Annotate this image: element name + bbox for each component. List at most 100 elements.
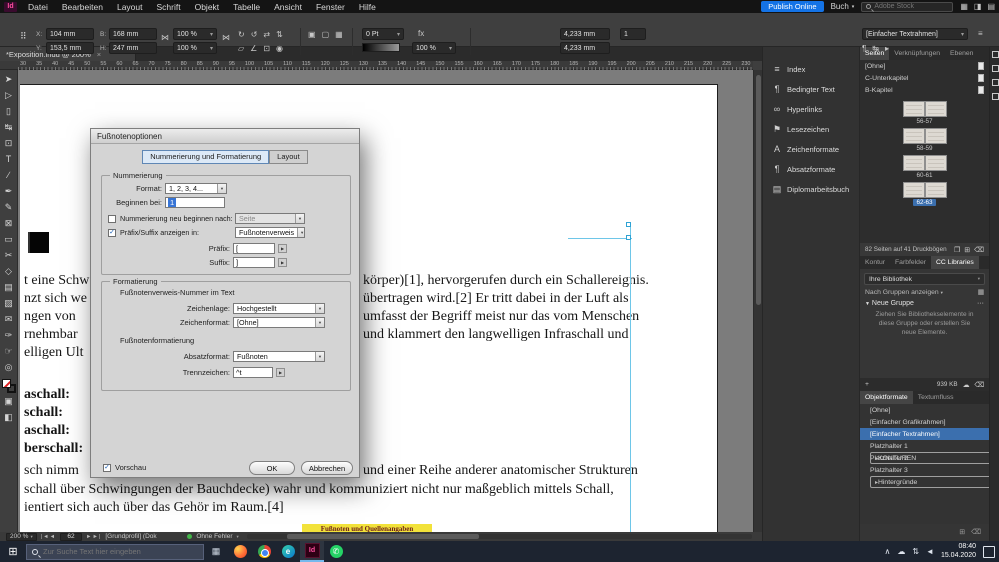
collapsed-panel-icon[interactable] <box>992 79 999 86</box>
fill-swatch[interactable] <box>2 379 11 388</box>
corner-radius-field[interactable]: 4,233 mm <box>560 28 610 40</box>
preflight-profile[interactable]: [Grundprofil] (Dok <box>105 533 183 540</box>
menu-item[interactable]: Layout <box>110 2 150 12</box>
gradient-tool[interactable]: ▤ <box>1 279 17 295</box>
network-icon[interactable]: ⇅ <box>912 547 919 556</box>
whatsapp-icon[interactable]: ✆ <box>324 541 348 562</box>
menu-item[interactable]: Fenster <box>309 2 352 12</box>
character-style-dropdown[interactable]: [Ohne]▼ <box>233 317 325 328</box>
taskbar-search-input[interactable] <box>43 547 193 556</box>
screen-mode-icon[interactable]: ◨ <box>974 2 982 11</box>
screen-mode-button[interactable]: ◧ <box>1 409 17 425</box>
object-style-row[interactable]: Hintergründe <box>870 476 999 488</box>
direct-selection-tool[interactable]: ▷ <box>1 87 17 103</box>
vertical-scrollbar[interactable] <box>753 70 762 532</box>
chevron-down-icon[interactable]: ▾ <box>237 534 239 540</box>
panel-menu-icon[interactable]: ≡ <box>978 29 983 39</box>
object-style-dropdown[interactable]: [Einfacher Textrahmen]▾ <box>862 28 968 40</box>
workspace-switcher-icon[interactable]: ▤ <box>987 2 995 11</box>
ok-button[interactable]: OK <box>249 461 295 475</box>
gap-tool[interactable]: ↹ <box>1 119 17 135</box>
rotate-90-ccw-icon[interactable]: ↺ <box>251 30 258 39</box>
adobe-stock-search[interactable] <box>861 2 953 12</box>
menu-item[interactable]: Tabelle <box>226 2 267 12</box>
arrange-documents-icon[interactable]: ▦ <box>960 2 968 11</box>
page-spread[interactable]: 58-59 <box>903 128 947 152</box>
select-content-icon[interactable]: ◉ <box>276 44 283 53</box>
paragraph-icon[interactable]: ¶ <box>862 44 866 53</box>
cancel-button[interactable]: Abbrechen <box>301 461 353 475</box>
collapsed-panel-icon[interactable] <box>992 51 999 58</box>
menu-item[interactable]: Ansicht <box>267 2 309 12</box>
constrain-scale-icon[interactable]: ⋈ <box>222 33 230 43</box>
page-spread[interactable]: 60-61 <box>903 155 947 179</box>
flip-vertical-icon[interactable]: ⇅ <box>276 30 283 39</box>
edge-icon[interactable]: e <box>276 541 300 562</box>
object-style-row[interactable]: [Ohne] <box>860 404 989 416</box>
view-by-group-dropdown[interactable]: Nach Gruppen anzeigen ▾ <box>865 289 943 296</box>
scissors-tool[interactable]: ✂ <box>1 247 17 263</box>
chrome-icon[interactable] <box>252 541 276 562</box>
master-page-row[interactable]: [Ohne] <box>860 60 989 72</box>
object-style-row[interactable]: KONTUREN <box>870 452 999 464</box>
horizontal-scrollbar-thumb[interactable] <box>287 534 479 539</box>
note-tool[interactable]: ✉ <box>1 311 17 327</box>
nav-arrow-icon[interactable]: ►| <box>92 534 101 540</box>
prefix-suffix-in-dropdown[interactable]: Fußnotenverweis▼ <box>235 227 305 238</box>
nav-arrow-icon[interactable]: ◄ <box>50 534 56 540</box>
position-dropdown[interactable]: Hochgestellt▼ <box>233 303 325 314</box>
stroke-type-swatch[interactable] <box>362 43 400 52</box>
more-options-icon[interactable]: ▸ <box>885 44 889 53</box>
tab-verknuepfungen[interactable]: Verknüpfungen <box>889 47 945 60</box>
publish-online-button[interactable]: Publish Online <box>761 1 823 12</box>
hand-tool[interactable]: ☞ <box>1 343 17 359</box>
group-header[interactable]: ▼ Neue Gruppe <box>865 300 914 307</box>
y-field[interactable]: 153,5 mm <box>46 42 94 54</box>
start-at-field[interactable]: 1 <box>165 197 225 208</box>
panel-lesezeichen[interactable]: ⚑ Lesezeichen <box>763 119 859 139</box>
frame-handle[interactable] <box>626 235 631 240</box>
stroke-weight-field[interactable]: 0 Pt▾ <box>362 28 404 40</box>
separator-menu-arrow-icon[interactable]: ▶ <box>276 368 285 377</box>
tab-objektformate[interactable]: Objektformate <box>860 391 913 404</box>
panel-absatzformate[interactable]: ¶ Absatzformate <box>763 159 859 179</box>
tab-nummerierung-und-formatierung[interactable]: Nummerierung und Formatierung <box>142 150 269 164</box>
free-transform-tool[interactable]: ◇ <box>1 263 17 279</box>
tab-cc-libraries[interactable]: CC Libraries <box>931 256 979 269</box>
effects-icon[interactable]: fx <box>418 29 424 39</box>
type-tool[interactable]: T <box>1 151 17 167</box>
paragraph-style-dropdown[interactable]: Fußnoten▼ <box>233 351 325 362</box>
select-container-icon[interactable]: ⊡ <box>263 44 270 53</box>
flip-horizontal-icon[interactable]: ⇄ <box>263 30 270 39</box>
preview-checkbox[interactable]: ✓ <box>103 464 111 472</box>
rectangle-tool[interactable]: ▭ <box>1 231 17 247</box>
scale-y-field[interactable]: 100 %▾ <box>173 42 217 54</box>
opacity-field[interactable]: 100 %▾ <box>412 42 456 54</box>
text-frame-edge-guide[interactable] <box>630 225 631 532</box>
prefix-field[interactable]: [ <box>233 243 275 254</box>
indesign-taskbar-icon[interactable]: Id <box>300 541 324 562</box>
object-style-row[interactable]: [Einfacher Textrahmen] <box>860 428 989 440</box>
library-dropdown[interactable]: Ihre Bibliothek ▾ <box>864 273 985 285</box>
action-center-icon[interactable] <box>983 546 995 558</box>
taskbar-search-box[interactable] <box>26 544 204 560</box>
menu-item[interactable]: Bearbeiten <box>55 2 110 12</box>
tab-ebenen[interactable]: Ebenen <box>945 47 978 60</box>
width-field[interactable]: 168 mm <box>109 28 157 40</box>
firefox-icon[interactable] <box>228 541 252 562</box>
menu-item[interactable]: Hilfe <box>352 2 383 12</box>
horizontal-scrollbar[interactable] <box>247 534 752 539</box>
taskbar-clock[interactable]: 08:40 15.04.2020 <box>941 543 976 561</box>
frame-options-icon[interactable]: ▦ <box>335 30 343 39</box>
task-view-button[interactable]: ▦ <box>204 541 228 562</box>
panel-index[interactable]: ≡ Index <box>763 59 859 79</box>
vertical-scrollbar-thumb[interactable] <box>756 75 761 305</box>
gradient-feather-tool[interactable]: ▨ <box>1 295 17 311</box>
menu-item[interactable]: Schrift <box>150 2 188 12</box>
page-spread[interactable]: 56-57 <box>903 101 947 125</box>
eyedropper-tool[interactable]: ✑ <box>1 327 17 343</box>
separator-field[interactable]: ^t <box>233 367 273 378</box>
format-dropdown[interactable]: 1, 2, 3, 4...▼ <box>165 183 227 194</box>
selection-tool[interactable]: ➤ <box>1 71 17 87</box>
new-style-icon[interactable]: ⊞ <box>959 528 965 536</box>
